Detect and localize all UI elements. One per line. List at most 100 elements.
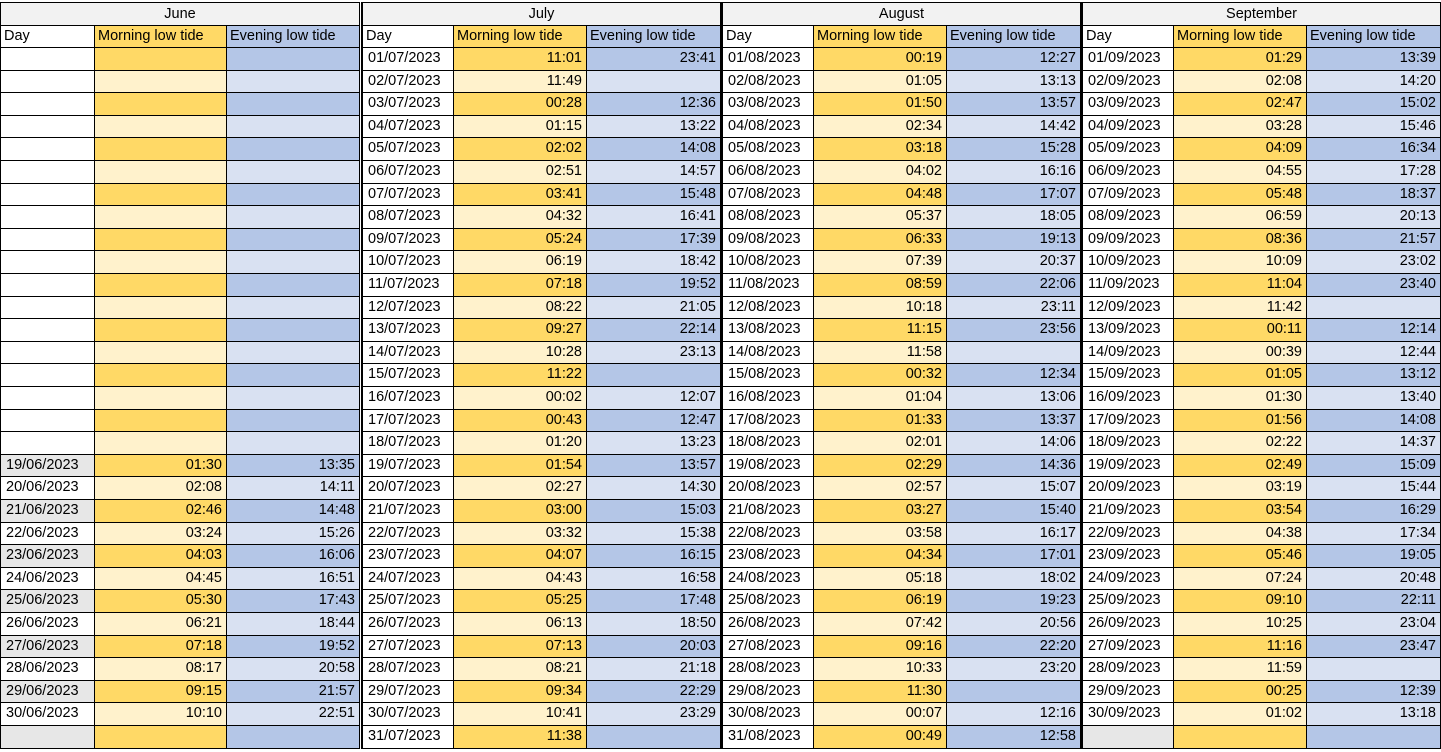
- cell-day: 10/07/2023: [361, 251, 454, 274]
- cell-evening-low-tide: [227, 93, 360, 116]
- cell-evening-low-tide: 21:05: [587, 297, 721, 319]
- cell-morning-low-tide: 04:38: [1174, 523, 1307, 545]
- cell-day: 07/07/2023: [361, 184, 454, 206]
- cell-morning-low-tide: 00:28: [454, 93, 587, 116]
- cell-morning-low-tide: 03:32: [454, 523, 587, 545]
- cell-morning-low-tide: 07:39: [814, 251, 947, 274]
- cell-morning-low-tide: 05:18: [814, 568, 947, 590]
- cell-day: 27/06/2023: [0, 636, 95, 658]
- cell-morning-low-tide: [95, 184, 227, 206]
- cell-morning-low-tide: 00:39: [1174, 342, 1307, 364]
- cell-morning-low-tide: 01:30: [95, 455, 227, 477]
- cell-evening-low-tide: [587, 364, 721, 387]
- cell-morning-low-tide: 02:27: [454, 477, 587, 500]
- cell-morning-low-tide: 00:02: [454, 387, 587, 410]
- cell-evening-low-tide: 22:06: [947, 274, 1081, 297]
- cell-day: 05/08/2023: [721, 138, 814, 161]
- cell-day: 30/09/2023: [1081, 703, 1174, 726]
- cell-morning-low-tide: [95, 251, 227, 274]
- cell-day: 22/06/2023: [0, 523, 95, 545]
- cell-morning-low-tide: 00:11: [1174, 319, 1307, 342]
- cell-day: 27/07/2023: [361, 636, 454, 658]
- cell-day: 25/09/2023: [1081, 590, 1174, 613]
- cell-morning-low-tide: 11:01: [454, 48, 587, 71]
- cell-evening-low-tide: 12:58: [947, 726, 1081, 749]
- cell-evening-low-tide: 12:27: [947, 48, 1081, 71]
- cell-day: 08/09/2023: [1081, 206, 1174, 229]
- cell-day: 06/07/2023: [361, 161, 454, 184]
- cell-evening-low-tide: 20:56: [947, 613, 1081, 636]
- cell-day: 26/06/2023: [0, 613, 95, 636]
- tide-table: June Day Morning low tide Evening low tide 1…: [0, 0, 1441, 752]
- cell-morning-low-tide: [95, 410, 227, 432]
- cell-day: 26/08/2023: [721, 613, 814, 636]
- column-header-day: Day: [361, 26, 454, 48]
- column-header-evening: Evening low tide: [1307, 26, 1441, 48]
- cell-day: [0, 116, 95, 138]
- cell-morning-low-tide: 07:18: [95, 636, 227, 658]
- cell-evening-low-tide: 22:29: [587, 681, 721, 703]
- cell-evening-low-tide: 12:36: [587, 93, 721, 116]
- cell-morning-low-tide: 03:58: [814, 523, 947, 545]
- cell-evening-low-tide: 15:09: [1307, 455, 1441, 477]
- cell-evening-low-tide: [1307, 726, 1441, 749]
- cell-evening-low-tide: 15:48: [587, 184, 721, 206]
- cell-day: 07/09/2023: [1081, 184, 1174, 206]
- cell-evening-low-tide: 13:22: [587, 116, 721, 138]
- cell-evening-low-tide: 13:57: [947, 93, 1081, 116]
- cell-day: 28/07/2023: [361, 658, 454, 681]
- cell-day: 18/09/2023: [1081, 432, 1174, 455]
- cell-evening-low-tide: 17:28: [1307, 161, 1441, 184]
- cell-evening-low-tide: 13:13: [947, 71, 1081, 93]
- cell-evening-low-tide: 16:06: [227, 545, 360, 568]
- cell-day: 21/08/2023: [721, 500, 814, 523]
- cell-evening-low-tide: 21:57: [1307, 229, 1441, 251]
- cell-morning-low-tide: [95, 93, 227, 116]
- cell-evening-low-tide: 16:16: [947, 161, 1081, 184]
- cell-day: 09/07/2023: [361, 229, 454, 251]
- cell-morning-low-tide: [95, 229, 227, 251]
- cell-day: 30/06/2023: [0, 703, 95, 726]
- cell-evening-low-tide: 22:14: [587, 319, 721, 342]
- cell-day: [0, 432, 95, 455]
- cell-evening-low-tide: 17:34: [1307, 523, 1441, 545]
- cell-evening-low-tide: 18:44: [227, 613, 360, 636]
- cell-day: 26/09/2023: [1081, 613, 1174, 636]
- cell-evening-low-tide: [227, 251, 360, 274]
- cell-day: [0, 319, 95, 342]
- column-header-day: Day: [0, 26, 95, 48]
- cell-morning-low-tide: [95, 432, 227, 455]
- cell-evening-low-tide: 23:20: [947, 658, 1081, 681]
- cell-evening-low-tide: 19:13: [947, 229, 1081, 251]
- cell-evening-low-tide: 16:34: [1307, 138, 1441, 161]
- cell-morning-low-tide: 08:22: [454, 297, 587, 319]
- cell-morning-low-tide: 03:18: [814, 138, 947, 161]
- cell-evening-low-tide: 20:03: [587, 636, 721, 658]
- cell-morning-low-tide: 04:32: [454, 206, 587, 229]
- column-header-morning: Morning low tide: [95, 26, 227, 48]
- cell-day: 31/08/2023: [721, 726, 814, 749]
- cell-morning-low-tide: 00:49: [814, 726, 947, 749]
- cell-day: 23/07/2023: [361, 545, 454, 568]
- cell-evening-low-tide: 18:42: [587, 251, 721, 274]
- cell-morning-low-tide: 10:09: [1174, 251, 1307, 274]
- cell-evening-low-tide: 19:52: [227, 636, 360, 658]
- cell-day: 23/06/2023: [0, 545, 95, 568]
- cell-evening-low-tide: 15:03: [587, 500, 721, 523]
- cell-evening-low-tide: 15:46: [1307, 116, 1441, 138]
- cell-morning-low-tide: 01:50: [814, 93, 947, 116]
- cell-evening-low-tide: [227, 229, 360, 251]
- cell-evening-low-tide: 13:23: [587, 432, 721, 455]
- cell-day: 03/09/2023: [1081, 93, 1174, 116]
- cell-morning-low-tide: 04:45: [95, 568, 227, 590]
- cell-morning-low-tide: 02:47: [1174, 93, 1307, 116]
- cell-morning-low-tide: [95, 342, 227, 364]
- cell-morning-low-tide: 07:42: [814, 613, 947, 636]
- cell-evening-low-tide: [227, 71, 360, 93]
- cell-day: 25/08/2023: [721, 590, 814, 613]
- cell-morning-low-tide: 06:13: [454, 613, 587, 636]
- cell-evening-low-tide: 16:29: [1307, 500, 1441, 523]
- cell-evening-low-tide: 15:28: [947, 138, 1081, 161]
- cell-morning-low-tide: 02:51: [454, 161, 587, 184]
- cell-evening-low-tide: 14:42: [947, 116, 1081, 138]
